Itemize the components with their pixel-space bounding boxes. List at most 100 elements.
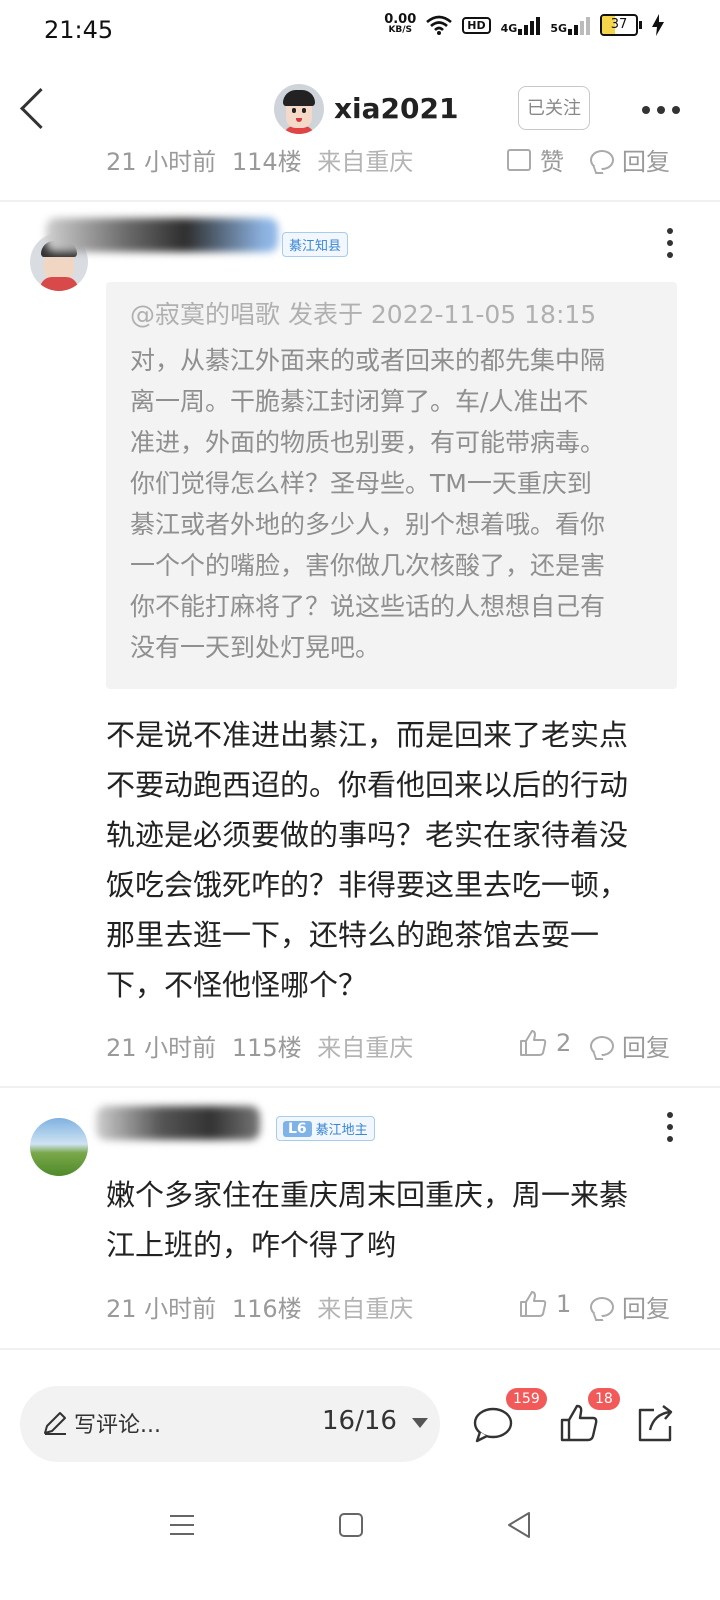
- back-button[interactable]: [14, 88, 50, 132]
- prev-reply-label: 回复: [622, 148, 670, 176]
- author-name[interactable]: xia2021: [334, 92, 458, 125]
- quote-line: 离一周。干脆綦江封闭算了。车/人准出不: [130, 387, 589, 416]
- prev-like-label: 赞: [540, 148, 564, 176]
- reply-label: 回复: [622, 1295, 670, 1323]
- comment-body: 不是说不准进出綦江，而是回来了老实点 不要动跑西迢的。你看他回来以后的行动 轨迹…: [106, 710, 696, 1010]
- share-button[interactable]: [628, 1396, 684, 1452]
- hd-badge: HD: [462, 16, 491, 34]
- comment-location: 来自重庆: [317, 1034, 414, 1062]
- comment-location: 来自重庆: [317, 1295, 414, 1323]
- prev-comment-meta: 21 小时前 114楼 来自重庆 赞 回复: [0, 140, 720, 176]
- quote-line: 你不能打麻将了？说这些话的人想想自己有: [130, 592, 606, 621]
- like-count: 1: [556, 1290, 572, 1318]
- body-line: 那里去逛一下，还特么的跑茶馆去耍一: [106, 918, 600, 952]
- quote-line: 綦江或者外地的多少人，别个想着哦。看你: [130, 510, 606, 539]
- comment-meta: 21 小时前 115楼 来自重庆: [106, 1028, 413, 1063]
- quote-line: 你们觉得怎么样？圣母些。TM一天重庆到: [130, 469, 592, 498]
- page-indicator[interactable]: 16/16: [322, 1406, 397, 1436]
- badge-label: 綦江地主: [315, 1123, 368, 1138]
- quote-line: 准进，外面的物质也别要，有可能带病毒。: [130, 428, 606, 457]
- prev-reply-button[interactable]: 回复: [590, 142, 670, 176]
- more-options-icon[interactable]: [642, 106, 680, 114]
- comment-meta: 21 小时前 116楼 来自重庆: [106, 1289, 413, 1324]
- home-nav-button[interactable]: [338, 1512, 364, 1542]
- reply-label: 回复: [622, 1034, 670, 1062]
- divider: [0, 1348, 720, 1350]
- reply-button[interactable]: 回复: [590, 1028, 670, 1063]
- thumbs-up-icon: [518, 1028, 548, 1058]
- quote-line: 一个个的嘴脸，害你做几次核酸了，还是害: [130, 551, 606, 580]
- prev-floor: 114楼: [231, 148, 302, 176]
- share-icon: [638, 1405, 673, 1442]
- user-level: L6: [283, 1120, 312, 1137]
- body-line: 下，不怪他怪哪个？: [106, 968, 368, 1002]
- comment-body: 嫩个多家住在重庆周末回重庆，周一来綦 江上班的，咋个得了哟: [106, 1170, 696, 1270]
- like-button[interactable]: 2: [518, 1028, 571, 1058]
- author-avatar[interactable]: [274, 84, 324, 134]
- prev-location: 来自重庆: [317, 148, 414, 176]
- comment-time: 21 小时前: [106, 1295, 217, 1323]
- user-title-badge: 綦江知县: [282, 232, 349, 257]
- home-square-icon: [339, 1513, 363, 1537]
- signal-icon: 4G: [501, 15, 541, 35]
- wifi-icon: [426, 15, 453, 35]
- body-line: 嫩个多家住在重庆周末回重庆，周一来綦: [106, 1178, 629, 1212]
- status-icons: 0.00 KB/S HD 4G 5G 37: [384, 12, 664, 36]
- chevron-down-icon[interactable]: [412, 1418, 428, 1428]
- user-title-badge: L6 綦江地主: [276, 1116, 375, 1141]
- like-count: 2: [556, 1029, 572, 1057]
- menu-icon: [170, 1515, 194, 1535]
- charging-icon: [652, 14, 664, 36]
- prev-time: 21 小时前: [106, 148, 217, 176]
- signal-icon-2: 5G: [550, 15, 590, 35]
- comments-button[interactable]: 159: [466, 1388, 547, 1452]
- quote-line: 对，从綦江外面来的或者回来的都先集中隔: [130, 346, 606, 375]
- comment-input[interactable]: 写评论... 16/16: [20, 1386, 440, 1462]
- comment-floor: 116楼: [231, 1295, 302, 1323]
- battery-icon: 37: [600, 14, 642, 36]
- back-nav-button[interactable]: [506, 1511, 532, 1543]
- net-speed-value: 0.00: [384, 12, 417, 27]
- body-line: 江上班的，咋个得了哟: [106, 1228, 397, 1262]
- back-triangle-icon: [508, 1512, 530, 1538]
- sim1-label: 4G: [500, 22, 518, 35]
- divider: [0, 1086, 720, 1088]
- quote-text: 对，从綦江外面来的或者回来的都先集中隔 离一周。干脆綦江封闭算了。车/人准出不 …: [130, 340, 653, 668]
- reply-icon: [590, 1035, 614, 1056]
- prev-like-button[interactable]: 赞: [506, 142, 564, 176]
- divider: [0, 200, 720, 202]
- like-post-button[interactable]: 18: [552, 1388, 620, 1452]
- battery-level: 37: [610, 17, 628, 32]
- badge-label: 綦江知县: [289, 239, 342, 254]
- like-icon: [506, 147, 532, 173]
- commenter-name-redacted: [96, 1106, 260, 1140]
- commenter-avatar[interactable]: [30, 1118, 88, 1176]
- quoted-comment[interactable]: @寂寞的唱歌 发表于 2022-11-05 18:15 对，从綦江外面来的或者回…: [106, 282, 677, 689]
- body-line: 不要动跑西迢的。你看他回来以后的行动: [106, 768, 629, 802]
- reply-icon: [590, 149, 614, 170]
- follow-button[interactable]: 已关注: [518, 86, 590, 130]
- comment-count-badge: 159: [506, 1388, 547, 1410]
- reply-icon: [590, 1296, 614, 1317]
- body-line: 轨迹是必须要做的事吗？老实在家待着没: [106, 818, 629, 852]
- status-time: 21:45: [44, 16, 114, 44]
- commenter-name-redacted: [46, 218, 278, 252]
- sim2-label: 5G: [550, 22, 567, 35]
- thumbs-up-icon: [518, 1289, 548, 1319]
- prev-meta-text: 21 小时前 114楼 来自重庆: [106, 142, 413, 176]
- comment-more-icon[interactable]: [667, 228, 673, 258]
- body-line: 饭吃会饿死咋的？非得要这里去吃一顿，: [106, 868, 629, 902]
- pen-icon: [44, 1412, 66, 1435]
- quote-header: @寂寞的唱歌 发表于 2022-11-05 18:15: [130, 300, 597, 329]
- body-line: 不是说不准进出綦江，而是回来了老实点: [106, 718, 629, 752]
- like-button[interactable]: 1: [518, 1289, 571, 1319]
- comment-floor: 115楼: [231, 1034, 302, 1062]
- menu-nav-button[interactable]: [170, 1513, 194, 1541]
- comment-input-placeholder: 写评论...: [74, 1413, 161, 1438]
- reply-button[interactable]: 回复: [590, 1289, 670, 1324]
- like-count-badge: 18: [588, 1388, 620, 1410]
- comment-time: 21 小时前: [106, 1034, 217, 1062]
- comment-more-icon[interactable]: [667, 1112, 673, 1142]
- net-speed-unit: KB/S: [388, 25, 413, 35]
- quote-line: 没有一天到处灯晃吧。: [130, 633, 381, 662]
